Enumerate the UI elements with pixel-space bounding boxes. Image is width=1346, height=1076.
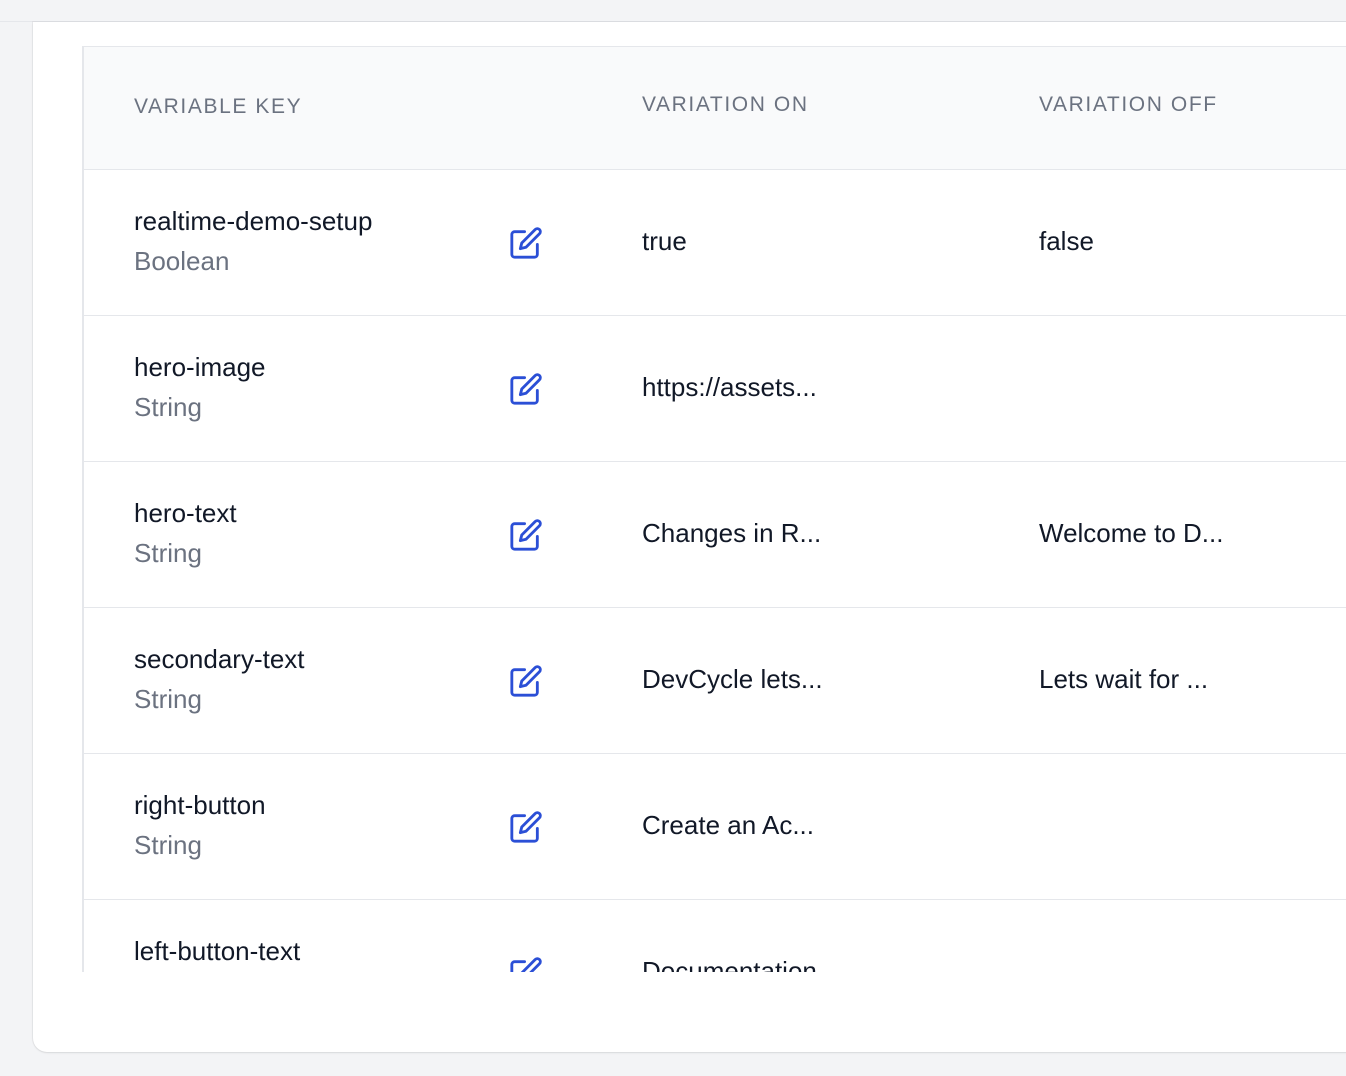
table-row: hero-image String https://assets... — [84, 316, 1346, 462]
table-header: VARIABLE KEY VARIATION ON VARIATION OFF — [84, 47, 1346, 170]
table-row: secondary-text String DevCycle lets... L… — [84, 608, 1346, 754]
variables-table: VARIABLE KEY VARIATION ON VARIATION OFF … — [82, 46, 1346, 972]
variation-off-value: Lets wait for ... — [1039, 664, 1209, 694]
edit-icon[interactable] — [509, 956, 543, 972]
variation-on-value: Changes in R... — [642, 518, 822, 548]
variable-key: hero-text — [134, 498, 237, 528]
variable-type: Boolean — [134, 246, 230, 276]
table-row: realtime-demo-setup Boolean true false — [84, 170, 1346, 316]
variation-on-value: true — [642, 226, 687, 256]
edit-icon[interactable] — [509, 810, 543, 844]
table-row: right-button String Create an Ac... — [84, 754, 1346, 900]
table-row: hero-text String Changes in R... Welcome… — [84, 462, 1346, 608]
variable-type: String — [134, 830, 202, 860]
variable-type: String — [134, 392, 202, 422]
variable-key: realtime-demo-setup — [134, 206, 373, 236]
variation-off-value: false — [1039, 226, 1094, 256]
header-variable-key: VARIABLE KEY — [134, 95, 303, 118]
variation-on-value: Documentation — [642, 956, 817, 972]
edit-icon[interactable] — [509, 226, 543, 260]
variation-off-value: Welcome to D... — [1039, 518, 1224, 548]
edit-icon[interactable] — [509, 372, 543, 406]
edit-icon[interactable] — [509, 664, 543, 698]
variable-key: secondary-text — [134, 644, 305, 674]
edit-icon[interactable] — [509, 518, 543, 552]
table-row: left-button-text String Documentation — [84, 900, 1346, 972]
variation-on-value: Create an Ac... — [642, 810, 814, 840]
header-variation-on: VARIATION ON — [642, 93, 809, 116]
variable-type: String — [134, 684, 202, 714]
variation-on-value: DevCycle lets... — [642, 664, 823, 694]
variable-type: String — [134, 538, 202, 568]
variable-key: right-button — [134, 790, 266, 820]
variable-key: left-button-text — [134, 936, 301, 966]
variable-key: hero-image — [134, 352, 266, 382]
top-strip — [0, 0, 1346, 22]
header-variation-off: VARIATION OFF — [1039, 93, 1218, 116]
variation-on-value: https://assets... — [642, 372, 817, 402]
